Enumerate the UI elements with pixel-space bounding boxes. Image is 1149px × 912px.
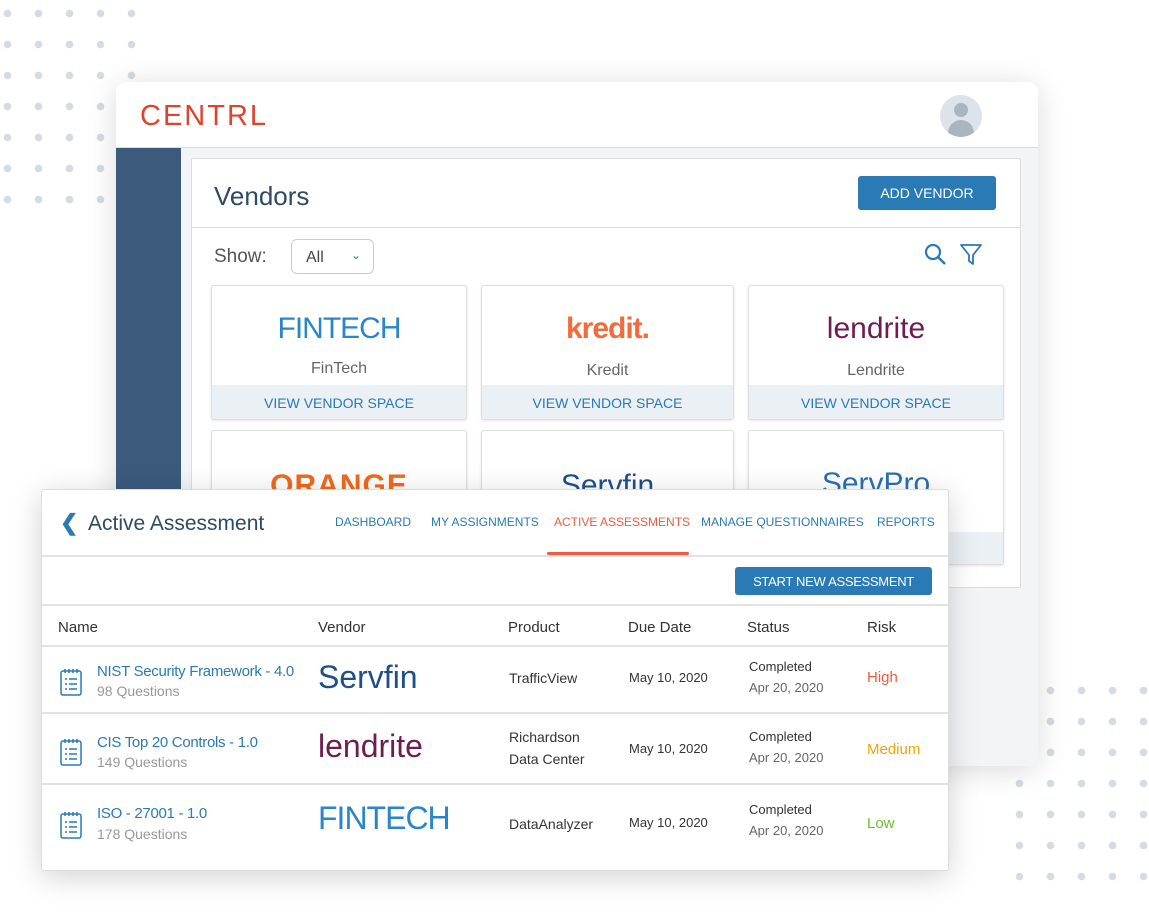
column-header-product: Product <box>508 619 560 636</box>
question-count: 98 Questions <box>97 683 180 699</box>
status: Completed <box>749 659 812 674</box>
servfin-logo: Servfin <box>318 659 418 695</box>
vendor-name: FinTech <box>310 360 368 377</box>
column-header-risk: Risk <box>867 619 897 636</box>
show-label: Show: <box>214 246 267 267</box>
column-header-name: Name <box>58 619 99 636</box>
page-title: Vendors <box>214 181 310 211</box>
kredit-logo: kredit. <box>565 312 650 345</box>
vendor-card-lendrite: lendrite Lendrite VIEW VENDOR SPACE <box>748 285 1004 420</box>
product: DataAnalyzer <box>509 816 594 832</box>
show-select[interactable]: All ⌄ <box>291 239 374 274</box>
status-date: Apr 20, 2020 <box>749 750 824 765</box>
lendrite-logo: lendrite <box>318 728 423 764</box>
start-new-assessment-button[interactable]: START NEW ASSESSMENT <box>735 567 932 595</box>
table-row[interactable]: NIST Security Framework - 4.0 98 Questio… <box>42 645 948 712</box>
lendrite-logo: lendrite <box>826 312 926 345</box>
questionnaire-icon <box>60 739 82 766</box>
product: Richardson Data Center <box>509 729 585 767</box>
tab-active-assessments[interactable]: ACTIVE ASSESSMENTS <box>554 515 690 529</box>
chevron-down-icon: ⌄ <box>350 248 361 262</box>
vendor-name: Lendrite <box>847 362 905 379</box>
assessment-name-link[interactable]: ISO - 27001 - 1.0 <box>97 805 207 822</box>
active-assessment-panel: ❮ Active Assessment DASHBOARD MY ASSIGNM… <box>41 489 949 871</box>
due-date: May 10, 2020 <box>629 741 708 756</box>
assessment-name-link[interactable]: NIST Security Framework - 4.0 <box>97 663 294 680</box>
view-vendor-space-link[interactable]: VIEW VENDOR SPACE <box>749 385 1003 419</box>
fintech-logo: FINTECH <box>318 800 451 836</box>
centrl-logo: CENTRL <box>140 100 269 132</box>
tab-my-assignments[interactable]: MY ASSIGNMENTS <box>431 515 539 529</box>
due-date: May 10, 2020 <box>629 670 708 685</box>
fintech-logo: FINTECH <box>277 312 402 345</box>
risk-badge: Low <box>867 815 895 832</box>
assessment-name-link[interactable]: CIS Top 20 Controls - 1.0 <box>97 734 258 751</box>
search-icon[interactable] <box>924 243 948 267</box>
vendor-name: Kredit <box>586 362 629 379</box>
assessment-header: ❮ Active Assessment DASHBOARD MY ASSIGNM… <box>42 490 948 557</box>
add-vendor-button[interactable]: ADD VENDOR <box>858 176 996 210</box>
tab-dashboard[interactable]: DASHBOARD <box>335 515 411 529</box>
column-header-due-date: Due Date <box>628 619 692 636</box>
column-header-status: Status <box>747 619 790 636</box>
status: Completed <box>749 802 812 817</box>
table-row[interactable]: ISO - 27001 - 1.0 178 Questions FINTECH … <box>42 783 948 859</box>
risk-badge: Medium <box>867 741 921 758</box>
product: TrafficView <box>509 670 578 686</box>
status-date: Apr 20, 2020 <box>749 823 824 838</box>
top-bar: CENTRL <box>116 82 1038 148</box>
show-value: All <box>306 249 324 266</box>
vendor-card-fintech: FINTECH FinTech VIEW VENDOR SPACE <box>211 285 467 420</box>
view-vendor-space-link[interactable]: VIEW VENDOR SPACE <box>482 385 733 419</box>
status-date: Apr 20, 2020 <box>749 680 824 695</box>
tab-reports[interactable]: REPORTS <box>877 515 935 529</box>
column-header-vendor: Vendor <box>318 619 366 636</box>
filter-icon[interactable] <box>959 243 983 267</box>
divider <box>42 604 948 606</box>
questionnaire-icon <box>60 812 82 839</box>
user-avatar-icon[interactable] <box>940 95 982 137</box>
tab-manage-questionnaires[interactable]: MANAGE QUESTIONNAIRES <box>701 515 864 529</box>
table-row[interactable]: CIS Top 20 Controls - 1.0 149 Questions … <box>42 712 948 783</box>
question-count: 178 Questions <box>97 826 188 842</box>
question-count: 149 Questions <box>97 754 188 770</box>
vendor-card-kredit: kredit. Kredit VIEW VENDOR SPACE <box>481 285 734 420</box>
page-title: Active Assessment <box>88 512 265 535</box>
status: Completed <box>749 729 812 744</box>
due-date: May 10, 2020 <box>629 815 708 830</box>
active-tab-indicator <box>547 552 689 555</box>
back-chevron-icon[interactable]: ❮ <box>60 510 78 536</box>
risk-badge: High <box>867 669 898 686</box>
questionnaire-icon <box>60 669 82 696</box>
divider <box>192 227 1020 228</box>
view-vendor-space-link[interactable]: VIEW VENDOR SPACE <box>212 385 466 419</box>
